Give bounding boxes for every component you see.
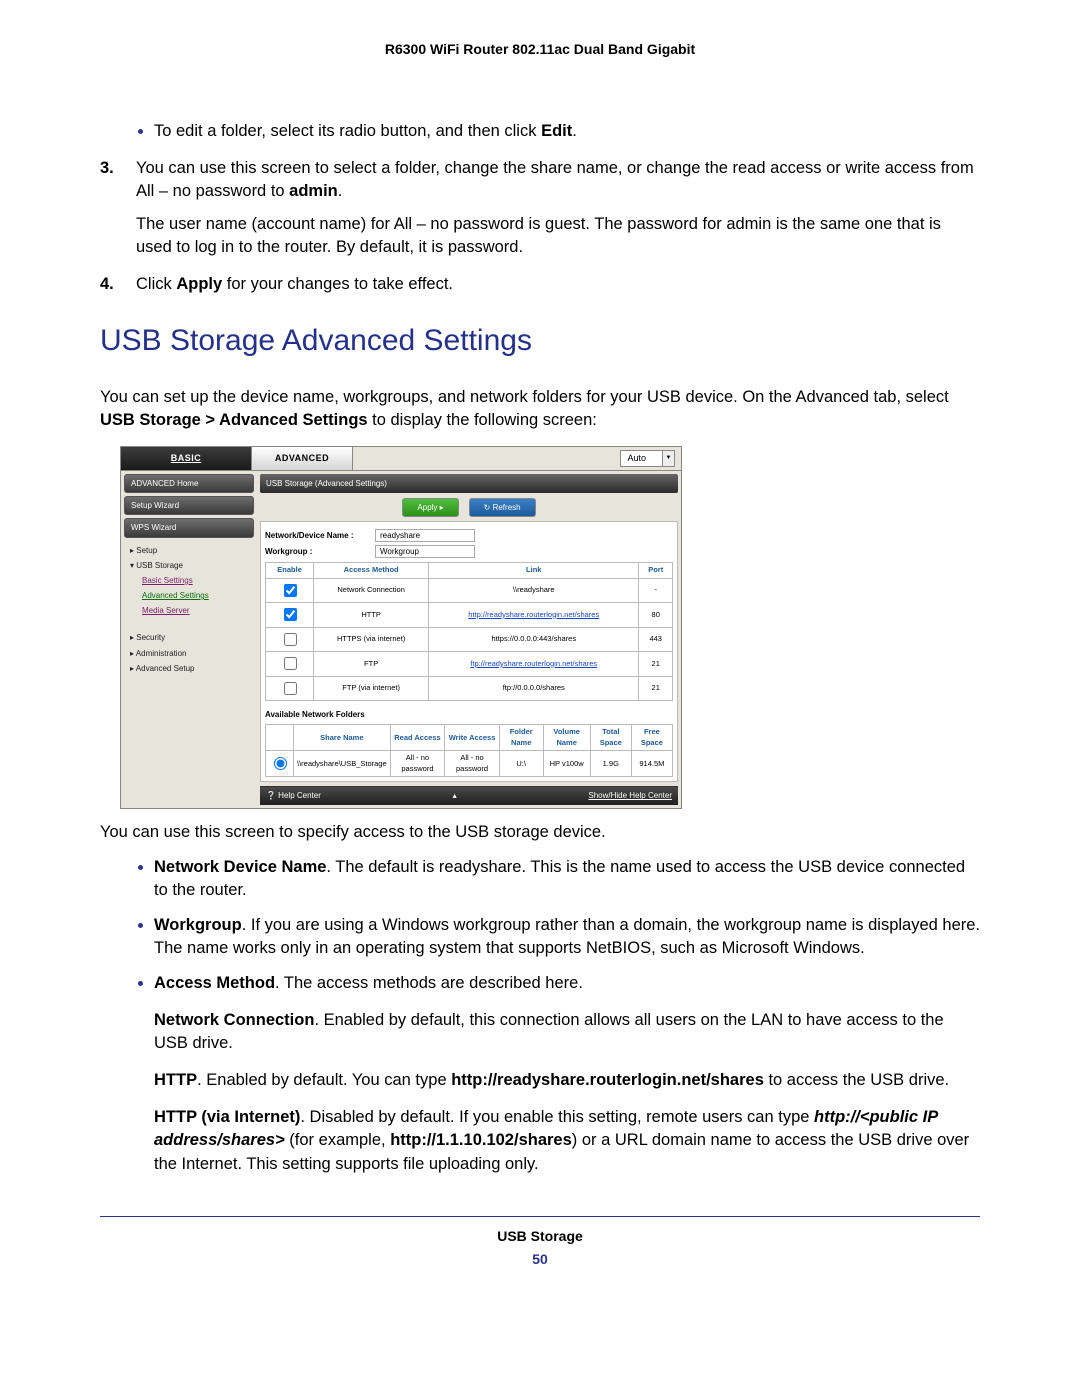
step-list: To edit a folder, select its radio butto… [100,120,980,297]
col-read: Read Access [390,725,445,751]
access-method-details: Network Connection. Enabled by default, … [154,1009,980,1176]
section-heading: USB Storage Advanced Settings [100,320,980,362]
sidebar-item-setup-wizard[interactable]: Setup Wizard [124,496,254,515]
access-link[interactable]: http://readyshare.routerlogin.net/shares [468,610,599,619]
enable-checkbox[interactable] [284,657,297,670]
access-method-table: Enable Access Method Link Port Network C… [265,562,673,701]
def-access-method: Access Method. The access methods are de… [154,972,980,995]
sidebar-item-security[interactable]: ▸ Security [130,630,252,645]
enable-checkbox[interactable] [284,608,297,621]
sidebar-item-administration[interactable]: ▸ Administration [130,646,252,661]
step-list-item: To edit a folder, select its radio butto… [100,120,980,143]
step-3: 3. You can use this screen to select a f… [100,157,980,259]
col-method: Access Method [314,563,429,579]
sidebar-item-setup[interactable]: ▸ Setup [130,543,252,558]
def-network-device-name: Network Device Name. The default is read… [154,856,980,902]
step-3-note: The user name (account name) for All – n… [136,213,980,259]
sidebar: ADVANCED Home Setup Wizard WPS Wizard ▸ … [121,471,257,808]
chevron-down-icon: ▼ [663,450,675,467]
col-free: Free Space [631,725,672,751]
lang-select[interactable]: Auto ▼ [620,450,675,467]
step-number: 3. [100,157,114,180]
enable-checkbox[interactable] [284,584,297,597]
col-volume: Volume Name [543,725,590,751]
apply-button[interactable]: Apply ▸ [402,498,458,517]
after-shot-text: You can use this screen to specify acces… [100,821,980,844]
access-link[interactable]: ftp://readyshare.routerlogin.net/shares [470,659,597,668]
folder-radio[interactable] [274,757,287,770]
col-share: Share Name [294,725,391,751]
sidebar-item-wps-wizard[interactable]: WPS Wizard [124,518,254,537]
col-write: Write Access [445,725,500,751]
sidebar-item-advanced-settings[interactable]: Advanced Settings [142,588,252,603]
panel-title: USB Storage (Advanced Settings) [260,474,678,493]
table-row: HTTPS (via internet)https://0.0.0.0:443/… [266,627,673,652]
sidebar-item-media-server[interactable]: Media Server [142,603,252,618]
help-center-button[interactable]: ❔ Help Center [266,790,321,801]
table-row: FTP (via internet)ftp://0.0.0.0/shares21 [266,676,673,701]
intro-paragraph: You can set up the device name, workgrou… [100,386,980,432]
footer-rule [100,1216,980,1217]
enable-checkbox[interactable] [284,682,297,695]
workgroup-label: Workgroup : [265,546,375,557]
col-total: Total Space [590,725,631,751]
footer-section-label: USB Storage [100,1227,980,1247]
sidebar-item-usb-storage[interactable]: ▾ USB Storage [130,558,252,573]
sidebar-item-basic-settings[interactable]: Basic Settings [142,573,252,588]
lang-value: Auto [620,450,663,467]
col-link: Link [429,563,639,579]
substep-edit: To edit a folder, select its radio butto… [154,120,980,143]
device-name-input[interactable] [375,529,475,542]
tab-bar: BASIC ADVANCED Auto ▼ [121,447,681,471]
folders-table: Share Name Read Access Write Access Fold… [265,724,673,777]
table-row: Network Connection\\readyshare- [266,578,673,603]
folders-caption: Available Network Folders [265,709,673,720]
sidebar-item-home[interactable]: ADVANCED Home [124,474,254,493]
workgroup-input[interactable] [375,545,475,558]
table-row: FTPftp://readyshare.routerlogin.net/shar… [266,652,673,677]
col-enable: Enable [266,563,314,579]
device-name-label: Network/Device Name : [265,530,375,541]
refresh-button[interactable]: ↻ Refresh [469,498,536,517]
tab-basic[interactable]: BASIC [121,447,252,470]
col-port: Port [639,563,673,579]
running-head: R6300 WiFi Router 802.11ac Dual Band Gig… [100,40,980,60]
tab-advanced[interactable]: ADVANCED [252,447,353,470]
footer-page-number: 50 [100,1250,980,1270]
step-number: 4. [100,273,114,296]
def-workgroup: Workgroup. If you are using a Windows wo… [154,914,980,960]
sidebar-item-advanced-setup[interactable]: ▸ Advanced Setup [130,661,252,676]
table-row: HTTPhttp://readyshare.routerlogin.net/sh… [266,603,673,628]
table-row: \\readyshare\USB_Storage All - no passwo… [266,751,673,777]
step-4: 4. Click Apply for your changes to take … [100,273,980,296]
screenshot-panel: BASIC ADVANCED Auto ▼ ADVANCED Home Setu… [120,446,682,808]
col-folder: Folder Name [499,725,543,751]
definition-list: Network Device Name. The default is read… [100,856,980,995]
help-bar: ❔ Help Center ▴ Show/Hide Help Center [260,786,678,804]
toggle-help-link[interactable]: Show/Hide Help Center [588,790,672,801]
enable-checkbox[interactable] [284,633,297,646]
